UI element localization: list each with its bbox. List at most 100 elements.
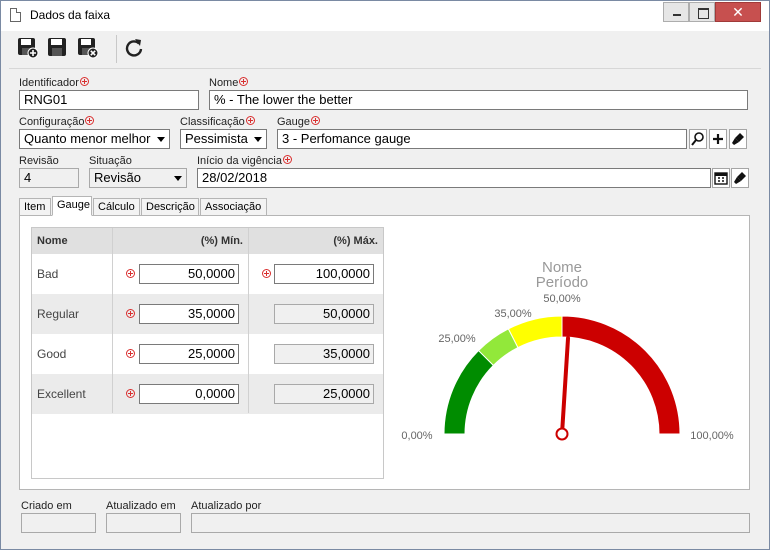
max-input: 50,0000 <box>274 304 374 324</box>
gauge-label-min: 0,00% <box>401 430 432 442</box>
gauge-pivot <box>555 427 569 441</box>
tab-calculo[interactable]: Cálculo <box>93 198 140 216</box>
column-divider <box>112 228 113 413</box>
column-header-nome[interactable]: Nome <box>32 228 112 254</box>
max-input: 25,0000 <box>274 384 374 404</box>
identificador-input[interactable]: RNG01 <box>19 90 199 110</box>
close-icon: ✕ <box>732 4 744 20</box>
gauge-label: Gauge <box>277 116 321 128</box>
search-icon <box>691 132 704 146</box>
required-icon <box>283 155 292 164</box>
toolbar-separator <box>116 35 117 63</box>
refresh-icon <box>125 39 143 57</box>
max-input[interactable]: 100,0000 <box>274 264 374 284</box>
eraser-icon <box>732 133 744 145</box>
chevron-down-icon <box>174 176 182 181</box>
min-input[interactable]: 0,0000 <box>139 384 239 404</box>
row-name: Regular <box>37 307 80 321</box>
nome-label: Nome <box>209 77 249 89</box>
window-title: Dados da faixa <box>30 8 111 22</box>
gauge-tab-panel: Nome (%) Mín. (%) Máx. Bad 50,0000 100,0… <box>19 215 750 490</box>
revisao-label: Revisão <box>19 155 59 167</box>
add-button[interactable] <box>709 129 727 149</box>
plus-icon <box>713 134 723 144</box>
save-button[interactable] <box>47 37 69 59</box>
calendar-icon <box>714 172 728 185</box>
required-icon <box>126 389 135 398</box>
min-input[interactable]: 35,0000 <box>139 304 239 324</box>
calendar-button[interactable] <box>712 168 730 188</box>
classificacao-label: Classificação <box>180 116 255 128</box>
atualizado-por-label: Atualizado por <box>191 500 262 512</box>
gauge-label-max: 100,00% <box>690 430 734 442</box>
row-name: Good <box>37 347 67 361</box>
gauge-subtitle: Período <box>536 274 589 291</box>
save-new-icon <box>18 38 39 59</box>
classificacao-select[interactable]: Pessimista <box>180 129 267 149</box>
refresh-button[interactable] <box>123 37 145 59</box>
atualizado-em-field <box>106 513 181 533</box>
table-row: Regular 35,0000 50,0000 <box>32 294 383 334</box>
required-icon <box>85 116 95 125</box>
column-header-max[interactable]: (%) Máx. <box>249 228 383 254</box>
identificador-label: Identificador <box>19 77 89 89</box>
chevron-down-icon <box>254 137 262 142</box>
toolbar <box>9 33 761 69</box>
required-icon <box>262 269 271 278</box>
required-icon <box>79 77 89 86</box>
maximize-button[interactable] <box>689 2 715 22</box>
range-grid: Nome (%) Mín. (%) Máx. Bad 50,0000 100,0… <box>31 227 384 479</box>
save-new-button[interactable] <box>17 37 39 59</box>
gauge-band-0 <box>443 349 495 435</box>
minimize-button[interactable] <box>663 2 689 22</box>
gauge-band-2 <box>507 315 563 349</box>
gauge-label-25: 25,00% <box>438 333 476 345</box>
tab-associacao[interactable]: Associação <box>200 198 267 216</box>
gauge-band-3 <box>561 315 681 435</box>
criado-em-field <box>21 513 96 533</box>
document-icon <box>10 8 21 22</box>
inicio-vigencia-input[interactable]: 28/02/2018 <box>197 168 711 188</box>
required-icon <box>245 116 255 125</box>
required-icon <box>126 349 135 358</box>
required-icon <box>126 309 135 318</box>
atualizado-em-label: Atualizado em <box>106 500 176 512</box>
tab-descricao[interactable]: Descrição <box>141 198 199 216</box>
gauge-needle <box>560 336 571 431</box>
tab-gauge[interactable]: Gauge <box>52 196 92 216</box>
row-name: Excellent <box>37 387 86 401</box>
required-icon <box>126 269 135 278</box>
row-name: Bad <box>37 267 59 281</box>
search-button[interactable] <box>689 129 707 149</box>
clear-date-button[interactable] <box>731 168 749 188</box>
column-header-min[interactable]: (%) Mín. <box>113 228 248 254</box>
configuracao-value: Quanto menor melhor <box>24 131 151 146</box>
situacao-select[interactable]: Revisão <box>89 168 187 188</box>
title-bar: Dados da faixa ✕ <box>1 1 769 31</box>
gauge-input[interactable]: 3 - Perfomance gauge <box>277 129 687 149</box>
clear-button[interactable] <box>729 129 747 149</box>
save-close-button[interactable] <box>77 37 99 59</box>
nome-input[interactable]: % - The lower the better <box>209 90 748 110</box>
table-row: Bad 50,0000 100,0000 <box>32 254 383 294</box>
inicio-vigencia-label: Início da vigência <box>197 155 292 167</box>
min-input[interactable]: 50,0000 <box>139 264 239 284</box>
revisao-input: 4 <box>19 168 79 188</box>
situacao-value: Revisão <box>94 170 141 185</box>
configuracao-select[interactable]: Quanto menor melhor <box>19 129 170 149</box>
table-row: Good 25,0000 35,0000 <box>32 334 383 374</box>
table-row: Excellent 0,0000 25,0000 <box>32 374 383 414</box>
min-input[interactable]: 25,0000 <box>139 344 239 364</box>
gauge-label-35: 35,00% <box>494 308 532 320</box>
save-icon <box>48 38 66 56</box>
gauge-chart: Nome Período 50,00% 35,00% 25,00% 0,00% … <box>401 259 734 442</box>
eraser-icon <box>734 172 746 184</box>
classificacao-value: Pessimista <box>185 131 248 146</box>
close-button[interactable]: ✕ <box>715 2 761 22</box>
tab-item[interactable]: Item <box>19 198 51 216</box>
chevron-down-icon <box>157 137 165 142</box>
criado-em-label: Criado em <box>21 500 72 512</box>
atualizado-por-field <box>191 513 750 533</box>
column-divider <box>248 228 249 413</box>
situacao-label: Situação <box>89 155 132 167</box>
